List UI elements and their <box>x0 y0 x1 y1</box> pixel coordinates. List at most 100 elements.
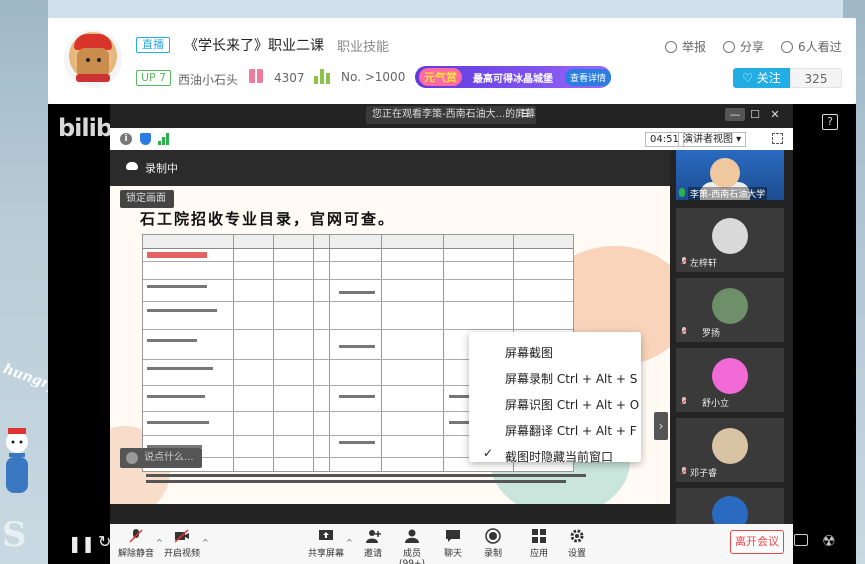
participant-tile[interactable]: 邓子睿 <box>676 418 784 482</box>
participant-tile[interactable]: 左梓轩 <box>676 208 784 272</box>
follower-count: 325 <box>790 68 842 88</box>
participant-name: 罗扬 <box>702 329 721 339</box>
muted-mic-icon <box>680 397 688 407</box>
background-left: hungry S <box>0 0 59 564</box>
participant-camera-tile[interactable]: 李策-西南石油大学 <box>676 150 784 200</box>
slide-title: 石工院招收专业目录，官网可查。 <box>140 210 396 228</box>
participant-tile[interactable]: 舒小立 <box>676 348 784 412</box>
settings-label: 设置 <box>567 549 586 559</box>
pip-icon[interactable] <box>794 534 808 546</box>
chevron-up-icon[interactable]: ^ <box>156 538 163 547</box>
report-label: 举报 <box>682 40 707 54</box>
live-tag[interactable]: 直播 <box>136 37 170 53</box>
pause-icon[interactable]: ❚❚ <box>68 534 95 553</box>
mic-icon <box>679 188 685 197</box>
menu-item-screen-recognize[interactable]: 屏幕识图 Ctrl + Alt + O <box>505 396 639 413</box>
streamer-name[interactable]: 西油小石头 <box>178 71 238 88</box>
chevron-up-icon[interactable]: ^ <box>202 538 209 547</box>
help-icon[interactable]: ? <box>822 114 838 130</box>
menu-item-screen-record[interactable]: 屏幕录制 Ctrl + Alt + S <box>505 370 637 387</box>
menu-item-screenshot[interactable]: 屏幕截图 <box>505 344 553 361</box>
participant-name: 舒小立 <box>702 399 730 409</box>
start-video-button[interactable]: 开启视频 <box>164 528 200 559</box>
slide-footnote <box>146 474 586 477</box>
apps-button[interactable]: 应用 <box>526 528 552 559</box>
shield-icon[interactable] <box>140 133 151 145</box>
rank-text[interactable]: No. >1000 <box>341 70 405 84</box>
leave-meeting-button[interactable]: 离开会议 <box>730 530 784 554</box>
lock-screen-button[interactable]: 锁定画面 <box>120 190 174 208</box>
screen-share-notice: 您正在观看李策-西南石油大...的屏幕 ☰ <box>366 106 536 124</box>
warning-icon <box>665 41 677 53</box>
unmute-label: 解除静音 <box>118 549 155 559</box>
members-button[interactable]: 成员(99+) <box>392 528 432 564</box>
participant-name: 左梓轩 <box>690 259 718 269</box>
follow-label: 关注 <box>756 71 781 85</box>
menu-icon[interactable]: ☰ <box>521 106 530 124</box>
menu-item-hide-window[interactable]: 截图时隐藏当前窗口 <box>505 448 613 465</box>
cloud-icon <box>126 162 138 170</box>
participant-tile[interactable]: 罗扬 <box>676 278 784 342</box>
window-controls: — ☐ ✕ <box>725 108 785 121</box>
maximize-icon[interactable]: ☐ <box>745 108 765 121</box>
shared-slide: 锁定画面 石工院招收专业目录，官网可查。 说点什么... 屏幕截图 屏幕录制 C… <box>110 186 670 504</box>
close-icon[interactable]: ✕ <box>765 108 785 121</box>
viewer-count: 6人看过 <box>781 38 842 55</box>
slide-footnote <box>146 480 566 483</box>
muted-mic-icon <box>129 529 143 543</box>
fullscreen-icon[interactable] <box>772 133 783 144</box>
banner-logo: 元气赏 <box>419 68 462 86</box>
chat-label: 聊天 <box>443 549 462 559</box>
chat-input[interactable]: 说点什么... <box>120 448 202 468</box>
check-icon: ✓ <box>483 446 494 460</box>
chat-icon <box>446 530 460 542</box>
gift-count: 4307 <box>274 71 305 85</box>
apps-icon <box>532 529 546 543</box>
radiation-icon[interactable]: ☢ <box>822 532 835 550</box>
share-screen-icon <box>319 530 333 540</box>
rank-icon <box>314 69 330 84</box>
menu-item-screen-translate[interactable]: 屏幕翻译 Ctrl + Alt + F <box>505 422 637 439</box>
gift-icon <box>249 69 263 83</box>
up-level-badge: UP 7 <box>136 70 172 86</box>
chevron-up-icon[interactable]: ^ <box>346 538 353 547</box>
report-button[interactable]: 举报 <box>665 38 706 55</box>
participant-name: 李策-西南石油大学 <box>688 187 768 200</box>
settings-button[interactable]: 设置 <box>564 528 590 559</box>
background-letter: S <box>2 515 27 555</box>
stream-category[interactable]: 职业技能 <box>337 36 389 55</box>
signal-icon[interactable] <box>158 133 170 145</box>
muted-mic-icon <box>680 257 688 267</box>
members-icon <box>405 529 419 543</box>
meeting-window: 您正在观看李策-西南石油大...的屏幕 ☰ — ☐ ✕ i 04:51 演讲者视图 … <box>110 104 793 564</box>
record-button[interactable]: 录制 <box>480 528 506 559</box>
view-mode-select[interactable]: 演讲者视图 ▾ <box>678 132 747 147</box>
unmute-button[interactable]: 解除静音 <box>118 528 154 559</box>
streamer-avatar[interactable] <box>64 30 122 88</box>
stream-header: 直播 《学长来了》职业二课 职业技能 UP 7 西油小石头 4307 No. >… <box>48 18 856 104</box>
share-button[interactable]: 分享 <box>723 38 764 55</box>
context-menu: 屏幕截图 屏幕录制 Ctrl + Alt + S 屏幕识图 Ctrl + Alt… <box>469 332 641 465</box>
snowman-illustration <box>6 428 28 493</box>
meeting-toolbar: 解除静音 ^ 开启视频 ^ 共享屏幕 ^ 邀请 成员(99+) 聊天 录制 应用… <box>110 524 793 564</box>
chat-button[interactable]: 聊天 <box>440 528 466 559</box>
participant-tile[interactable] <box>676 488 784 524</box>
invite-button[interactable]: 邀请 <box>360 528 386 559</box>
invite-label: 邀请 <box>363 549 382 559</box>
members-label: 成员(99+) <box>398 549 425 564</box>
collapse-panel-icon[interactable]: › <box>654 412 668 440</box>
minimize-icon[interactable]: — <box>725 108 745 121</box>
promo-banner[interactable]: 元气赏 最高可得冰晶城堡 查看详情 <box>415 66 611 88</box>
banner-text: 最高可得冰晶城堡 <box>473 74 553 85</box>
share-label: 分享 <box>740 40 765 54</box>
muted-mic-icon <box>680 467 688 477</box>
eye-icon <box>781 41 793 53</box>
stream-title: 《学长来了》职业二课 <box>184 38 324 54</box>
info-icon[interactable]: i <box>120 133 132 145</box>
follow-button[interactable]: ♡ 关注 <box>733 68 790 88</box>
meeting-info-bar: i 04:51 演讲者视图 ▾ <box>110 128 793 150</box>
participant-name: 邓子睿 <box>690 469 718 479</box>
share-screen-button[interactable]: 共享屏幕 <box>308 528 344 559</box>
recording-bar: 录制中 <box>110 150 670 186</box>
banner-details-button[interactable]: 查看详情 <box>565 69 611 86</box>
